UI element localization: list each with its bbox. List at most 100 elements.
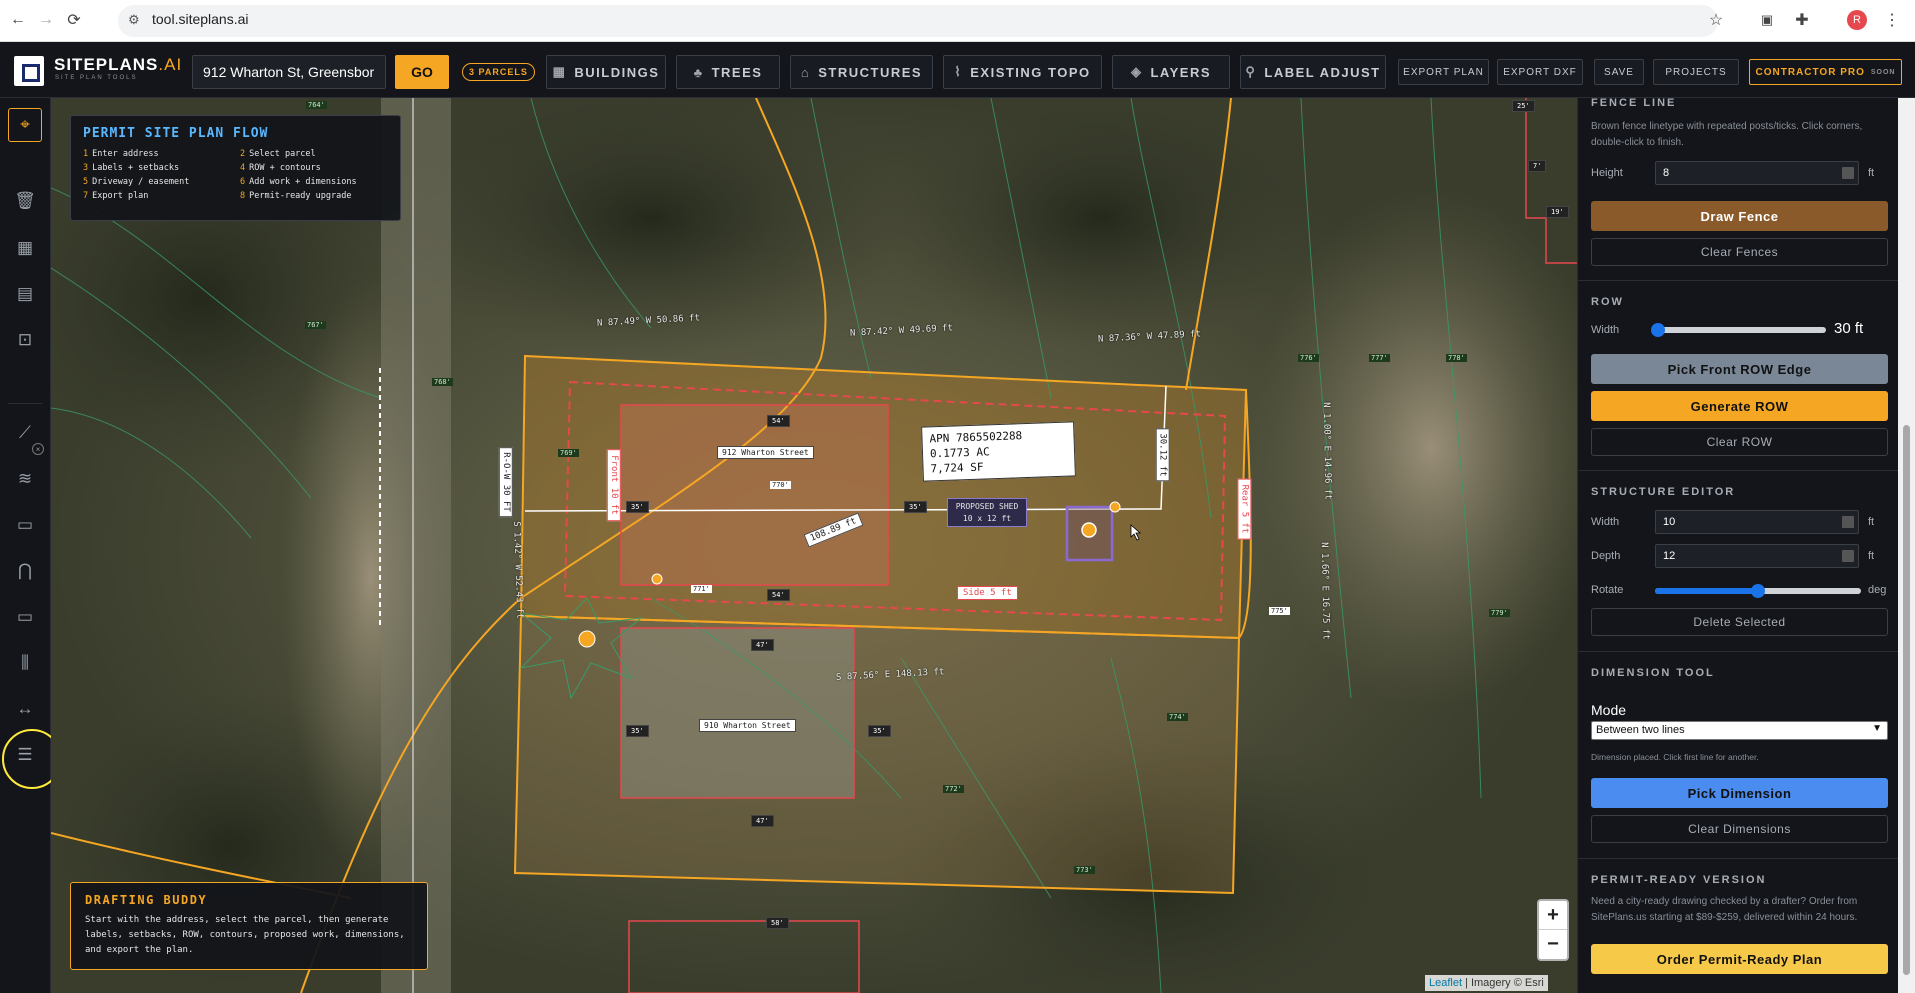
address-bar[interactable]	[118, 5, 1718, 37]
delete-selected-button[interactable]: Delete Selected	[1591, 608, 1888, 636]
easement-tool-icon[interactable]: ▭	[8, 600, 42, 634]
clear-row-button[interactable]: Clear ROW	[1591, 428, 1888, 456]
contour-label: 772'	[943, 785, 964, 793]
spinner-icon[interactable]	[1842, 167, 1854, 179]
left-toolbar: ⌖ 🗑 ▦ ▤ ⊡ ⟋ × ≋ ▭ ⋂ ▭ ⫼ ↔ ☰	[0, 98, 62, 993]
logo-text: SITEPLANS	[54, 55, 159, 74]
structure-section-title: STRUCTURE EDITOR	[1591, 486, 1736, 498]
fence-tool-icon[interactable]: ⫼	[8, 646, 42, 680]
spinner-icon[interactable]	[1842, 550, 1854, 562]
dimension-help: Dimension placed. Click first line for a…	[1591, 752, 1759, 762]
contour-label: 768'	[432, 378, 453, 386]
zoom-out-button[interactable]: −	[1539, 930, 1567, 959]
dim-label: 25'	[1512, 100, 1535, 112]
go-button[interactable]: GO	[395, 55, 449, 89]
dimension-30[interactable]: 30.12 ft	[1155, 428, 1170, 482]
arch-tool-icon[interactable]: ⋂	[8, 554, 42, 588]
app-header: SITEPLANS.AI SITE PLAN TOOLS 912 Wharton…	[0, 42, 1915, 98]
order-permit-ready-button[interactable]: Order Permit-Ready Plan	[1591, 944, 1888, 974]
chevron-down-icon: ▼	[1872, 723, 1882, 734]
section-divider	[1578, 651, 1898, 652]
map-canvas[interactable]: PERMIT SITE PLAN FLOW 1 Enter address 2 Se…	[51, 98, 1577, 993]
buildings-button[interactable]: ▦ BUILDINGS	[546, 55, 666, 89]
right-panel: FENCE LINE Brown fence linetype with rep…	[1577, 98, 1898, 993]
clear-dimensions-button[interactable]: Clear Dimensions	[1591, 815, 1888, 843]
draw-fence-button[interactable]: Draw Fence	[1591, 201, 1888, 231]
contractor-pro-button[interactable]: CONTRACTOR PRO SOON	[1749, 59, 1902, 85]
fence-height-input[interactable]: 8	[1655, 161, 1859, 185]
label-adjust-label: LABEL ADJUST	[1264, 64, 1381, 80]
clear-fences-button[interactable]: Clear Fences	[1591, 238, 1888, 266]
extension-icon[interactable]: ▣	[1755, 8, 1779, 32]
rotate-slider[interactable]	[1655, 584, 1861, 598]
zoom-in-button[interactable]: +	[1539, 901, 1567, 930]
fence-height-value: 8	[1663, 167, 1670, 179]
street-label-912[interactable]: 912 Wharton Street	[717, 446, 814, 459]
structure-depth-input[interactable]: 12	[1655, 544, 1859, 568]
dim-label: 35'	[904, 501, 927, 513]
label-adjust-button[interactable]: ⚲ LABEL ADJUST	[1240, 55, 1386, 89]
save-button[interactable]: SAVE	[1594, 59, 1644, 85]
spinner-icon[interactable]	[1842, 516, 1854, 528]
pick-dimension-button[interactable]: Pick Dimension	[1591, 778, 1888, 808]
existing-topo-button[interactable]: ⌇ EXISTING TOPO	[943, 55, 1102, 89]
street-label-910[interactable]: 910 Wharton Street	[699, 719, 796, 732]
contour-label: 769'	[558, 449, 579, 457]
rotate-slider-thumb[interactable]	[1751, 584, 1765, 598]
fence-help: Brown fence linetype with repeated posts…	[1591, 121, 1863, 148]
row-tag[interactable]: R-O-W 30 FT	[498, 447, 513, 517]
row-width-label: Width	[1591, 324, 1620, 336]
bookmark-star-icon[interactable]: ☆	[1704, 8, 1728, 32]
forward-icon[interactable]: →	[34, 8, 58, 32]
dimension-tool-icon[interactable]: ↔	[8, 692, 42, 726]
side-setback-tag[interactable]: Side 5 ft	[957, 586, 1018, 600]
fence-height-unit: ft	[1868, 167, 1875, 179]
address-input[interactable]: 912 Wharton St, Greensbor	[192, 55, 386, 89]
url-text[interactable]: tool.siteplans.ai	[152, 11, 249, 27]
structures-button[interactable]: ⌂ STRUCTURES	[790, 55, 933, 89]
structure-width-unit: ft	[1868, 516, 1875, 528]
grid-icon[interactable]: ▦	[8, 231, 42, 265]
trash-icon[interactable]: 🗑	[8, 184, 42, 218]
reload-icon[interactable]: ⟳	[62, 8, 86, 32]
leaflet-link[interactable]: Leaflet	[1429, 977, 1462, 989]
logo: SITEPLANS.AI	[54, 55, 182, 75]
drafting-buddy-panel: DRAFTING BUDDY Start with the address, s…	[70, 882, 428, 970]
dimension-mode-select[interactable]: Between two lines ▼	[1591, 721, 1888, 740]
apn-label[interactable]: APN 7865502288 0.1773 AC 7,724 SF	[921, 421, 1076, 482]
generate-row-button[interactable]: Generate ROW	[1591, 391, 1888, 421]
extensions-puzzle-icon[interactable]: ✚	[1790, 8, 1814, 32]
select-tool-icon[interactable]: ⌖	[8, 108, 42, 142]
back-icon[interactable]: ←	[6, 8, 30, 32]
layers-button[interactable]: ◈ LAYERS	[1112, 55, 1230, 89]
close-icon[interactable]: ×	[32, 443, 44, 455]
structure-depth-unit: ft	[1868, 550, 1875, 562]
proposed-shed-label[interactable]: PROPOSED SHED 10 x 12 ft	[947, 498, 1027, 527]
site-info-icon[interactable]: ⚙	[128, 12, 144, 28]
trees-button[interactable]: ♣ TREES	[676, 55, 780, 89]
row-slider-thumb[interactable]	[1651, 323, 1665, 337]
contour-label: 779'	[1489, 609, 1510, 617]
section-divider	[1578, 858, 1898, 859]
contours-tool-icon[interactable]: ≋	[8, 462, 42, 496]
frame-icon[interactable]: ⊡	[8, 323, 42, 357]
list-icon[interactable]: ▤	[8, 277, 42, 311]
driveway-tool-icon[interactable]: ▭	[8, 508, 42, 542]
topo-icon: ⌇	[954, 64, 963, 79]
structure-width-input[interactable]: 10	[1655, 510, 1859, 534]
export-plan-button[interactable]: EXPORT PLAN	[1398, 59, 1489, 85]
rotate-slider-fill	[1655, 588, 1758, 594]
flow-step-text: Export plan	[92, 191, 149, 201]
profile-avatar[interactable]: R	[1845, 8, 1869, 32]
projects-button[interactable]: PROJECTS	[1653, 59, 1739, 85]
export-dxf-button[interactable]: EXPORT DXF	[1497, 59, 1583, 85]
flow-step-num: 4	[240, 163, 246, 173]
front-setback-tag[interactable]: Front 10 ft	[606, 449, 621, 521]
contractor-label: CONTRACTOR PRO	[1755, 66, 1865, 78]
pick-front-row-edge-button[interactable]: Pick Front ROW Edge	[1591, 354, 1888, 384]
menu-dots-icon[interactable]: ⋮	[1880, 8, 1904, 32]
row-width-slider[interactable]	[1651, 323, 1826, 337]
browser-chrome: ← → ⟳ ⚙ tool.siteplans.ai ☆ ▣ ✚ R ⋮	[0, 0, 1915, 42]
rear-setback-tag[interactable]: Rear 5 ft	[1237, 478, 1252, 540]
scrollbar-thumb[interactable]	[1903, 425, 1910, 975]
